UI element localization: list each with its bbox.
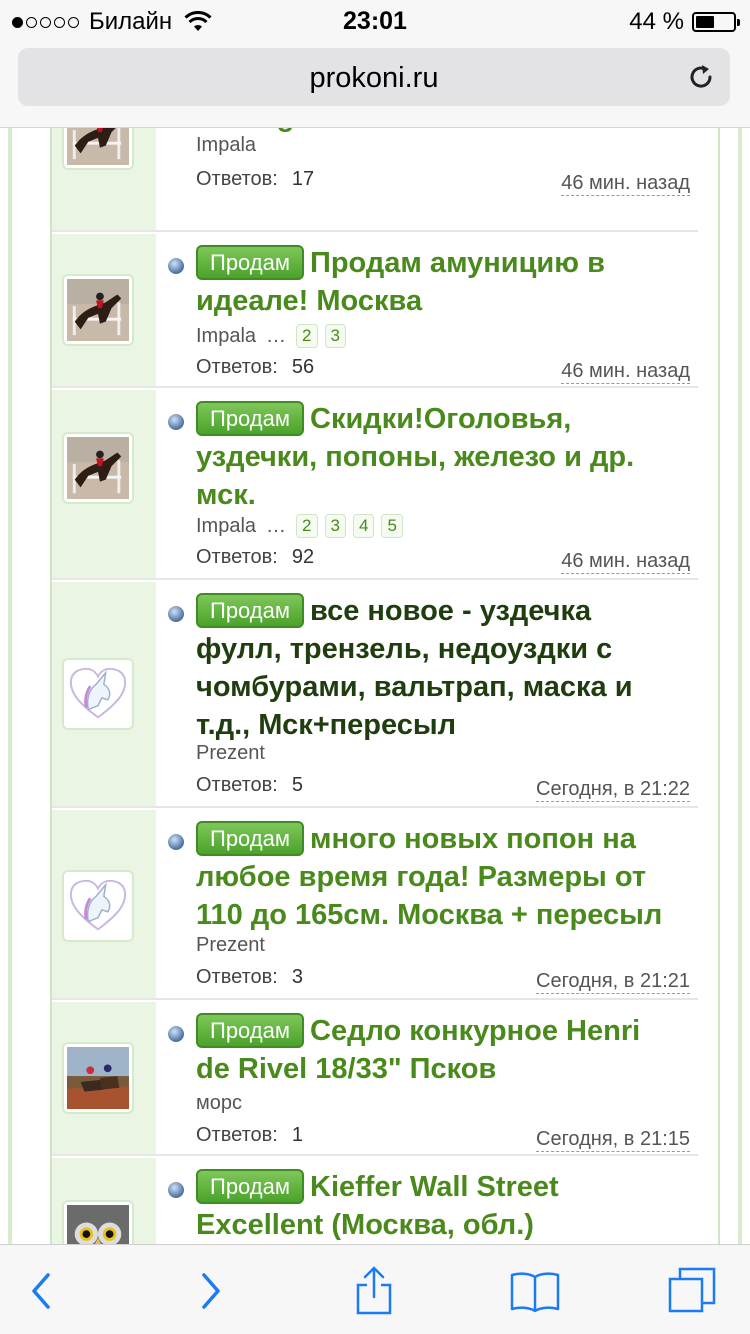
topic-author: Prezent [196,742,265,765]
battery-group: 44 % [629,8,740,36]
url-text[interactable]: prokoni.ru [18,62,730,95]
sell-tag[interactable]: Продам [196,1013,304,1048]
replies-label: Ответов: [196,966,278,988]
tabs-button[interactable] [666,1265,718,1317]
replies-number: 1 [291,1124,303,1146]
bookmarks-icon[interactable] [509,1265,561,1317]
topic-author: морс [196,1092,242,1115]
topic-row: Продам много новых попон на любое время г… [52,810,698,1000]
status-bar: Билайн 23:01 44 % [0,0,750,40]
topic-title[interactable]: Продам Kieffer Wall Street Excellent (Мос… [196,1168,678,1244]
last-post-time[interactable]: 46 мин. назад [561,360,690,384]
battery-percent: 44 % [629,8,684,35]
page-link[interactable]: 2 [296,514,318,538]
topic-title-text[interactable]: Prestige Москва [196,128,424,133]
author-name[interactable]: Prezent [196,934,265,957]
last-post-time[interactable]: Сегодня, в 21:21 [536,970,690,994]
replies-number: 92 [291,546,315,568]
author-name[interactable]: Prezent [196,742,265,765]
sell-tag[interactable]: Продам [196,245,304,280]
topic-row: Продам все новое - уздечка фулл, трензель… [52,582,698,808]
topic-row: Продам Седло конкурное Henri de Rivel 18/… [52,1002,698,1156]
reply-count: Ответов: 92 [196,546,314,569]
last-post-time[interactable]: 46 мин. назад [561,172,690,196]
reply-count: Ответов: 1 [196,1124,303,1147]
sell-tag[interactable]: Продам [196,593,304,628]
replies-number: 17 [291,168,315,190]
topic-title[interactable]: Продам Продам амуницию в идеале! Москва [196,244,678,320]
back-button[interactable] [16,1265,68,1317]
battery-icon [692,12,740,32]
topic-row: Продам Скидки!Оголовья, уздечки, попоны, … [52,390,698,580]
replies-label: Ответов: [196,356,278,378]
forward-icon[interactable] [184,1265,236,1317]
page-link[interactable]: 2 [296,324,318,348]
topic-row: Продам Kieffer Wall Street Excellent (Мос… [52,1158,698,1244]
reply-count: Ответов: 3 [196,966,303,989]
reply-count: Ответов: 5 [196,774,303,797]
topic-author: Impala [196,134,256,157]
pages-ellipsis: … [266,324,287,347]
page-link[interactable]: 5 [381,514,403,538]
topic-bullet-icon [168,414,184,430]
topic-bullet-icon [168,1026,184,1042]
sell-tag[interactable]: Продам [196,1169,304,1204]
topic-list-page: Prestige МоскваImpalaОтветов:1746 мин. н… [0,128,750,1244]
page-link[interactable]: 4 [352,514,375,538]
replies-label: Ответов: [196,1124,278,1146]
reply-count: Ответов: 17 [196,168,314,191]
avatar[interactable] [62,658,134,730]
topic-row: Prestige МоскваImpala Ответов: 17 46 мин. н… [52,128,698,232]
reload-icon[interactable] [686,62,716,92]
replies-number: 3 [291,966,303,988]
author-name[interactable]: морс [196,1092,242,1115]
share-button[interactable] [348,1265,400,1317]
replies-number: 5 [291,774,303,796]
browser-toolbar [0,1244,750,1334]
topic-bullet-icon [168,606,184,622]
replies-label: Ответов: [196,774,278,796]
address-bar[interactable]: prokoni.ru [18,48,730,106]
page-link[interactable]: 3 [324,324,346,348]
author-name[interactable]: Impala [196,325,256,348]
topic-bullet-icon [168,258,184,274]
topic-author: Impala … 2 3 [196,324,353,348]
topic-author: Prezent [196,934,265,957]
avatar[interactable] [62,1200,134,1244]
sell-tag[interactable]: Продам [196,821,304,856]
topic-title[interactable]: Продам все новое - уздечка фулл, трензель… [196,592,678,744]
browser-chrome: prokoni.ru [0,40,750,128]
avatar[interactable] [62,128,134,170]
author-name[interactable]: Impala [196,515,256,538]
replies-label: Ответов: [196,168,278,190]
share-icon[interactable] [348,1265,400,1317]
bookmarks-button[interactable] [509,1265,561,1317]
last-post-time[interactable]: Сегодня, в 21:15 [536,1128,690,1152]
back-icon[interactable] [16,1265,68,1317]
avatar[interactable] [62,274,134,346]
reply-count: Ответов: 56 [196,356,314,379]
topic-bullet-icon [168,834,184,850]
topic-title[interactable]: Продам Скидки!Оголовья, уздечки, попоны, … [196,400,678,514]
topic-title[interactable]: Продам Седло конкурное Henri de Rivel 18/… [196,1012,678,1088]
avatar[interactable] [62,1042,134,1114]
replies-number: 56 [291,356,315,378]
author-name[interactable]: Impala [196,134,256,157]
topic-title[interactable]: Prestige Москва [196,128,678,136]
replies-label: Ответов: [196,546,278,568]
avatar[interactable] [62,870,134,942]
avatar[interactable] [62,432,134,504]
topic-row: Продам Продам амуницию в идеале! Москва Im… [52,234,698,388]
pages-ellipsis: … [266,514,287,537]
last-post-time[interactable]: 46 мин. назад [561,550,690,574]
forward-button[interactable] [184,1265,236,1317]
page-link[interactable]: 3 [324,514,346,538]
tabs-icon[interactable] [666,1265,718,1317]
topic-bullet-icon [168,1182,184,1198]
topic-author: Impala … 2 3 4 5 [196,514,410,538]
last-post-time[interactable]: Сегодня, в 21:22 [536,778,690,802]
topic-title[interactable]: Продам много новых попон на любое время г… [196,820,678,934]
sell-tag[interactable]: Продам [196,401,304,436]
